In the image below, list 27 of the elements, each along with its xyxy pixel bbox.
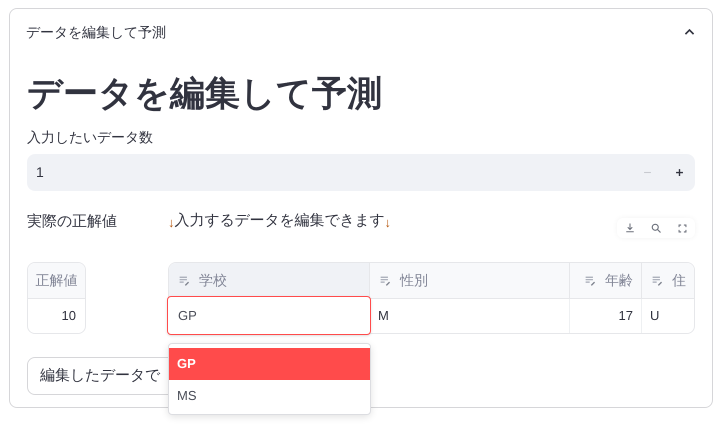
edit-column-icon bbox=[651, 274, 664, 287]
plus-icon bbox=[674, 167, 684, 178]
fullscreen-icon bbox=[676, 222, 688, 234]
column-header: 学校 bbox=[199, 271, 227, 290]
arrow-icon: ↓ bbox=[168, 212, 174, 232]
table-cell-text: 17 bbox=[618, 307, 633, 326]
edit-column-icon bbox=[379, 274, 392, 287]
arrow-icon: ↓ bbox=[384, 212, 391, 232]
column-header: 性別 bbox=[400, 271, 428, 290]
expander-title: データを編集して予測 bbox=[26, 22, 166, 42]
field-label: 入力したいデータ数 bbox=[27, 128, 154, 147]
cell-editor[interactable]: GP bbox=[167, 296, 371, 335]
column-header: 年齢 bbox=[605, 271, 633, 290]
editor-caption: 入力するデータを編集できます bbox=[174, 211, 384, 231]
table-cell-text: U bbox=[650, 307, 660, 326]
edit-column-icon bbox=[178, 274, 191, 287]
column-header: 住 bbox=[672, 271, 686, 290]
table-cell-text: M bbox=[378, 307, 389, 326]
section-label: 実際の正解値 bbox=[27, 213, 117, 230]
search-icon bbox=[650, 222, 662, 234]
edit-column-icon bbox=[584, 274, 597, 287]
table-cell-text: 10 bbox=[62, 307, 76, 326]
page-heading: データを編集して予測 bbox=[27, 73, 383, 115]
column-header: 正解値 bbox=[36, 271, 78, 290]
download-icon bbox=[624, 222, 636, 234]
number-input[interactable]: 1 bbox=[27, 154, 695, 191]
expander-header[interactable]: データを編集して予測 bbox=[10, 9, 712, 55]
